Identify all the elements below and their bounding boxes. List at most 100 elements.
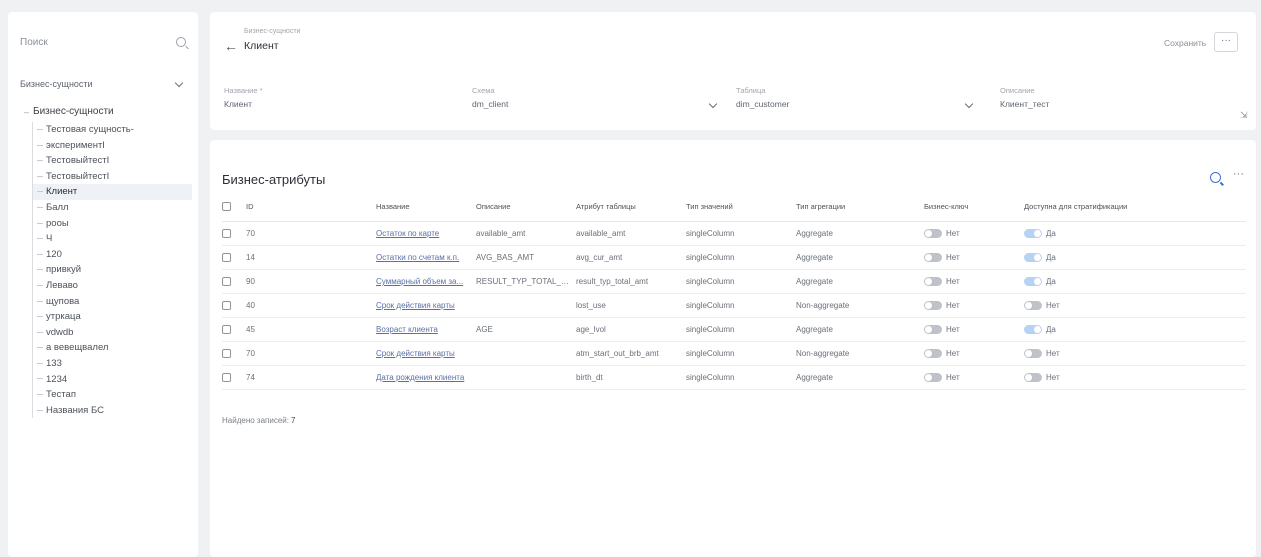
sidebar-tree-item[interactable]: щупова [32, 293, 192, 310]
cell-name-link[interactable]: Остатки по счетам к.п. [376, 253, 476, 262]
sidebar-tree-item[interactable]: экспериментI [32, 137, 192, 154]
sidebar-tree-item-label: привкуй [46, 264, 82, 276]
table-row[interactable]: 70 Срок действия карты atm_start_out_brb_a… [222, 342, 1246, 366]
sidebar-tree-item[interactable]: привкуй [32, 262, 192, 278]
sidebar-tree-item[interactable]: Клиент [32, 184, 192, 200]
row-checkbox[interactable] [222, 277, 231, 287]
cell-name-link[interactable]: Возраст клиента [376, 325, 476, 334]
cell-name-link[interactable]: Срок действия карты [376, 301, 476, 310]
table-select-label: Таблица [736, 86, 766, 95]
breadcrumb[interactable]: Бизнес-сущности [244, 28, 300, 35]
sidebar-tree-item[interactable]: Балл [32, 199, 192, 216]
search-icon[interactable] [176, 37, 186, 47]
back-arrow-icon[interactable]: ← [224, 38, 238, 54]
more-options-icon[interactable]: ··· [1233, 168, 1244, 180]
business-key-toggle[interactable] [924, 373, 942, 383]
sidebar-tree-item[interactable]: ТестовыйтестI [32, 168, 192, 185]
cell-name-link[interactable]: Срок действия карты [376, 349, 476, 358]
row-checkbox[interactable] [222, 325, 231, 335]
sidebar-tree-item[interactable]: 1234 [32, 371, 192, 388]
stratification-toggle[interactable] [1024, 229, 1042, 239]
sidebar-tree-item[interactable]: 120 [32, 246, 192, 263]
row-checkbox[interactable] [222, 301, 231, 311]
cell-aggregation-type: Aggregate [796, 373, 833, 382]
sidebar-tree-item[interactable]: ТестовыйтестI [32, 153, 192, 169]
tree-connector [37, 362, 43, 364]
sidebar-tree-item-label: Тестап [46, 389, 76, 401]
table-body: 70 Остаток по карте available_amt available… [222, 222, 1246, 390]
column-header-table-attribute[interactable]: Атрибут таблицы [576, 202, 686, 212]
column-header-description[interactable]: Описание [476, 202, 576, 212]
cell-stratification: Нет [1024, 348, 1134, 359]
table-row[interactable]: 74 Дата рождения клиента birth_dt singleCol… [222, 366, 1246, 390]
business-key-toggle[interactable] [924, 229, 942, 239]
cell-business-key: Нет [924, 253, 1024, 263]
stratification-toggle[interactable] [1024, 325, 1042, 335]
column-header-name[interactable]: Название [376, 202, 476, 212]
schema-select[interactable]: Схема dm_client [472, 86, 720, 109]
sidebar-tree-item[interactable]: утркаца [32, 309, 192, 325]
sidebar-tree-item[interactable]: Тестовая сущность- [32, 122, 192, 138]
business-key-toggle[interactable] [924, 277, 942, 287]
tree-root[interactable]: – Бизнес-сущности [24, 106, 114, 117]
column-header-aggregation-type[interactable]: Тип агрегации [796, 202, 924, 212]
business-key-toggle[interactable] [924, 253, 942, 263]
cell-description: available_amt [476, 229, 526, 238]
cell-name-link[interactable]: Дата рождения клиента [376, 373, 476, 382]
cell-stratification: Да [1024, 325, 1134, 335]
cell-aggregation-type: Aggregate [796, 325, 833, 334]
column-header-business-key[interactable]: Бизнес-ключ [924, 202, 1024, 212]
stratification-label: Нет [1046, 348, 1060, 358]
entity-type-select[interactable]: Бизнес-сущности [20, 76, 186, 92]
sidebar-search-input[interactable]: Поиск [20, 32, 186, 52]
cell-description: AGE [476, 325, 493, 334]
table-row[interactable]: 40 Срок действия карты lost_use singleColum… [222, 294, 1246, 318]
table-row[interactable]: 14 Остатки по счетам к.п. AVG_BAS_AMT avg_c… [222, 246, 1246, 270]
search-icon[interactable] [1210, 172, 1221, 183]
name-field[interactable]: Название * Клиент [224, 86, 444, 109]
more-options-button[interactable]: ··· [1214, 32, 1238, 52]
stratification-toggle[interactable] [1024, 301, 1042, 311]
cell-stratification: Нет [1024, 301, 1134, 311]
sidebar-tree-item[interactable]: рооы [32, 215, 192, 232]
select-all-checkbox[interactable] [222, 202, 231, 212]
sidebar-tree-item[interactable]: 133 [32, 355, 192, 372]
stratification-toggle[interactable] [1024, 277, 1042, 287]
cell-stratification: Да [1024, 253, 1134, 263]
row-checkbox[interactable] [222, 253, 231, 263]
column-header-value-type[interactable]: Тип значений [686, 202, 796, 212]
description-field-label: Описание [1000, 86, 1035, 95]
column-header-id[interactable]: ID [246, 202, 376, 212]
tree-connector [37, 253, 43, 255]
sidebar-tree-item[interactable]: Названия БС [32, 402, 192, 419]
collapse-icon[interactable]: – [24, 107, 29, 117]
sidebar-tree-item[interactable]: vdwdb [32, 324, 192, 341]
row-checkbox-cell [222, 373, 246, 383]
sidebar-tree-item[interactable]: а вевещвалел [32, 340, 192, 356]
save-button[interactable]: Сохранить [1158, 34, 1212, 52]
table-select[interactable]: Таблица dim_customer [736, 86, 976, 109]
cell-name-link[interactable]: Остаток по карте [376, 229, 476, 238]
row-checkbox[interactable] [222, 229, 231, 239]
business-key-toggle[interactable] [924, 349, 942, 359]
column-header-stratification[interactable]: Доступна для стратификации [1024, 202, 1134, 212]
table-row[interactable]: 45 Возраст клиента AGE age_lvol singleColumn… [222, 318, 1246, 342]
sidebar-tree-item[interactable]: Леваво [32, 277, 192, 294]
row-checkbox-cell [222, 277, 246, 287]
table-row[interactable]: 90 Суммарный объем за... RESULT_TYP_TOTAL_… [222, 270, 1246, 294]
cell-name-link[interactable]: Суммарный объем за... [376, 277, 476, 286]
stratification-toggle[interactable] [1024, 373, 1042, 383]
business-key-toggle[interactable] [924, 301, 942, 311]
row-checkbox[interactable] [222, 349, 231, 359]
cell-business-key: Нет [924, 229, 1024, 239]
sidebar-tree-item[interactable]: Тестап [32, 387, 192, 403]
table-row[interactable]: 70 Остаток по карте available_amt available… [222, 222, 1246, 246]
description-field[interactable]: Описание Клиент_тест [1000, 86, 1220, 109]
sidebar-tree-item[interactable]: Ч [32, 231, 192, 247]
business-key-toggle[interactable] [924, 325, 942, 335]
row-checkbox[interactable] [222, 373, 231, 383]
cell-business-key: Нет [924, 325, 1024, 335]
stratification-toggle[interactable] [1024, 349, 1042, 359]
resize-handle-icon[interactable]: ⇲ [1240, 110, 1248, 121]
stratification-toggle[interactable] [1024, 253, 1042, 263]
